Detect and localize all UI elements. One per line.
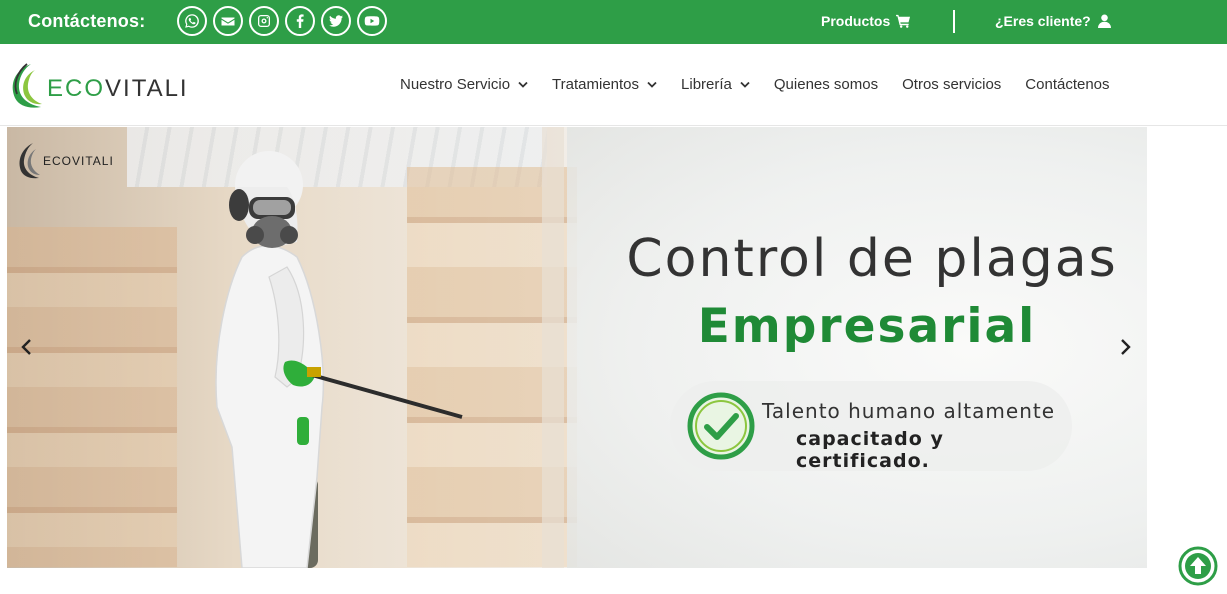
warehouse-pillar (542, 127, 564, 568)
logo-text: ECOVITALI (47, 75, 189, 103)
cart-icon (896, 14, 911, 28)
whatsapp-icon[interactable] (177, 6, 207, 36)
facebook-icon[interactable] (285, 6, 315, 36)
nav-item-nuestro-servicio[interactable]: Nuestro Servicio (400, 76, 528, 93)
social-links (177, 6, 387, 36)
nav-label: Librería (681, 76, 732, 93)
hero-slider: ECOVITALI Control de plagas Empresarial … (7, 127, 1147, 568)
nav-label: Otros servicios (902, 76, 1002, 93)
main-nav: Nuestro Servicio Tratamientos Librería Q… (400, 76, 1110, 93)
badge-line1: Talento humano altamente (762, 399, 1056, 423)
leaf-logo-icon (12, 63, 42, 108)
slider-prev-button[interactable] (15, 335, 39, 359)
products-label: Productos (821, 13, 891, 29)
top-bar: Contáctenos: Productos ¿Eres cliente? (0, 0, 1227, 44)
pest-control-worker-image (215, 151, 463, 568)
chevron-down-icon (647, 81, 657, 88)
instagram-icon[interactable] (249, 6, 279, 36)
leaf-logo-icon (19, 143, 40, 179)
nav-label: Nuestro Servicio (400, 76, 511, 93)
chevron-right-icon (1121, 339, 1131, 355)
user-icon (1097, 14, 1111, 28)
certified-badge: Talento humano altamente capacitado y ce… (670, 381, 1072, 472)
client-link[interactable]: ¿Eres cliente? (995, 13, 1112, 29)
nav-label: Tratamientos (552, 76, 640, 93)
top-divider (953, 10, 955, 33)
badge-line2: capacitado y certificado. (796, 428, 944, 472)
email-icon[interactable] (213, 6, 243, 36)
check-circle-icon (687, 392, 755, 460)
hero-logo-text: ECOVITALI (43, 154, 114, 168)
main-header: ECOVITALI Nuestro Servicio Tratamientos … (0, 44, 1227, 126)
twitter-icon[interactable] (321, 6, 351, 36)
site-logo[interactable]: ECOVITALI (9, 62, 189, 110)
products-link[interactable]: Productos (821, 13, 911, 29)
nav-label: Quienes somos (773, 76, 879, 93)
nav-item-tratamientos[interactable]: Tratamientos (552, 76, 657, 93)
contact-label: Contáctenos: (28, 11, 146, 31)
scroll-to-top-button[interactable] (1178, 546, 1218, 586)
hero-logo: ECOVITALI (17, 141, 114, 181)
chevron-left-icon (21, 339, 31, 355)
slider-next-button[interactable] (1113, 335, 1137, 359)
nav-item-libreria[interactable]: Librería (681, 76, 750, 93)
chevron-down-icon (518, 81, 528, 88)
hero-title: Control de plagas (626, 229, 1118, 289)
nav-item-quienes-somos[interactable]: Quienes somos (774, 76, 878, 93)
hero-subtitle: Empresarial (697, 299, 1037, 354)
warehouse-shelf (7, 227, 177, 567)
youtube-icon[interactable] (357, 6, 387, 36)
client-label: ¿Eres cliente? (995, 13, 1091, 29)
nav-item-otros-servicios[interactable]: Otros servicios (902, 76, 1001, 93)
logo-vitali: VITALI (105, 75, 189, 102)
nav-item-contactenos[interactable]: Contáctenos (1025, 76, 1109, 93)
logo-eco: ECO (47, 75, 106, 102)
chevron-down-icon (740, 81, 750, 88)
nav-label: Contáctenos (1025, 76, 1110, 93)
